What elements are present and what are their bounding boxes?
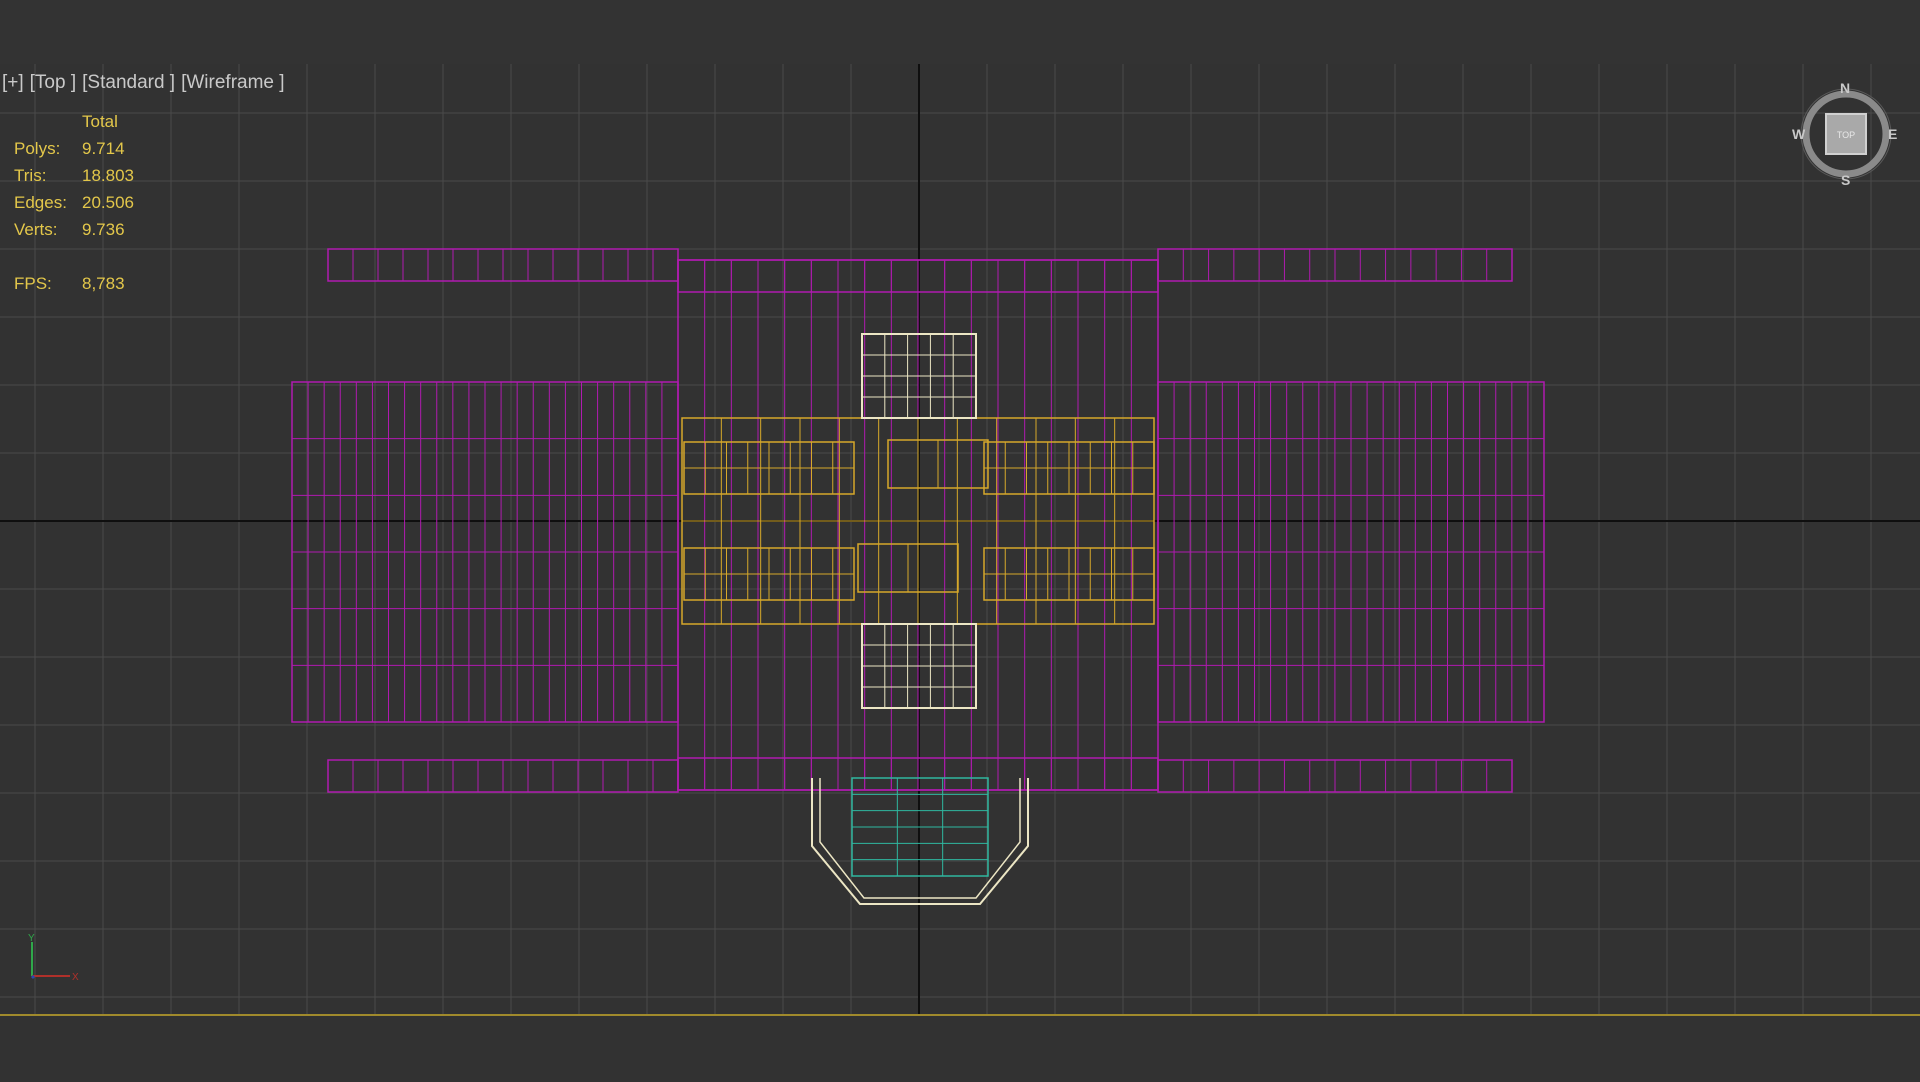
viewport-scene[interactable] [0,64,1920,1014]
top-right-beam [1157,248,1513,282]
edges-label: Edges: [14,193,67,212]
top-toolbar-area [0,0,1920,64]
left-wing [291,381,679,723]
central-hall-bottom-band [677,757,1159,791]
compass-south-label[interactable]: S [1841,172,1850,188]
polys-label: Polys: [14,139,61,158]
viewcube-face-label: TOP [1837,130,1855,140]
viewport-point-of-view-menu[interactable]: [Top ] [30,72,76,93]
fps-value: 8,783 [82,274,125,293]
axis-tripod-gizmo: Y X [20,932,80,997]
core-right-upper-grid [983,441,1155,495]
axis-x-label: X [72,972,79,983]
bottom-left-beam [327,759,679,793]
world-axes [0,64,1920,1014]
right-wing [1157,381,1545,723]
tris-value: 18.803 [82,166,134,185]
bottom-right-beam [1157,759,1513,793]
core-left-upper-grid [683,441,855,495]
viewcube[interactable]: TOP N S E W [1792,80,1897,188]
stats-verts-row: Verts: 9.736 [14,216,134,243]
stats-header: Total [82,112,118,131]
edges-value: 20.506 [82,193,134,212]
polys-value: 9.714 [82,139,125,158]
axis-y-label: Y [28,933,35,944]
stats-polys-row: Polys: 9.714 [14,135,134,162]
viewport-shading-style-menu[interactable]: [Standard ] [82,72,175,93]
core-upper-stair [887,439,989,489]
viewport-label-menu[interactable]: [+] [Top ] [Standard ] [Wireframe ] [2,72,291,94]
core-left-lower-grid [683,547,855,601]
stats-edges-row: Edges: 20.506 [14,189,134,216]
fps-label: FPS: [14,274,52,293]
compass-east-label[interactable]: E [1888,126,1897,142]
stats-fps-row: FPS: 8,783 [14,270,134,297]
core-right-lower-grid [983,547,1155,601]
viewcube-compass-icon[interactable]: TOP [1796,84,1896,184]
top-viewport[interactable]: [+] [Top ] [Standard ] [Wireframe ] Total P… [0,64,1920,1014]
central-hall-top-band [677,259,1159,293]
top-left-beam [327,248,679,282]
home-grid [0,64,1920,1014]
status-bar-area [0,1014,1920,1082]
core-lower-stair [857,543,959,593]
compass-north-label[interactable]: N [1840,80,1850,96]
verts-value: 9.736 [82,220,125,239]
stats-tris-row: Tris: 18.803 [14,162,134,189]
compass-west-label[interactable]: W [1792,126,1805,142]
verts-label: Verts: [14,220,58,239]
tris-label: Tris: [14,166,47,185]
axis-tripod-icon: Y X [28,933,79,983]
viewport-general-menu[interactable]: [+] [2,72,24,93]
viewport-render-mode-menu[interactable]: [Wireframe ] [181,72,284,93]
core-outline [681,417,1155,625]
scene-statistics: Total Polys: 9.714 Tris: 18.803 Edges: 2… [14,108,134,297]
